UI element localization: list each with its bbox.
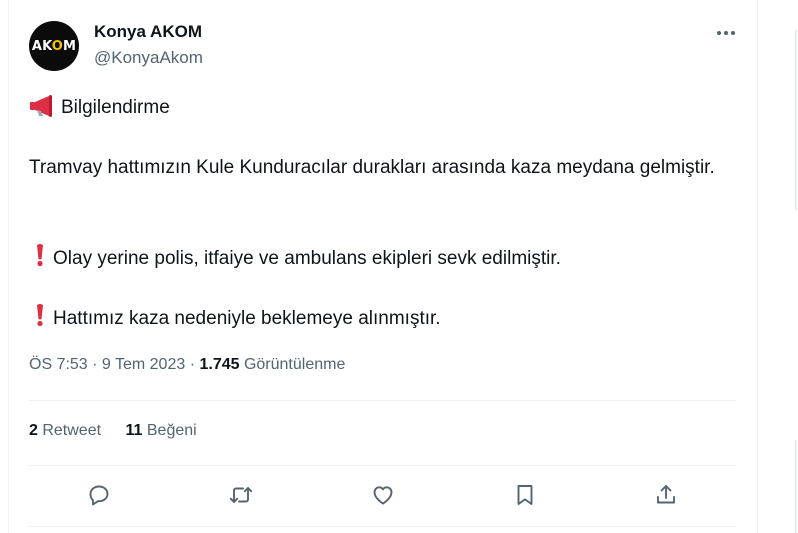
retweet-count: 2 <box>29 422 38 439</box>
tweet-paragraph: Tramvay hattımızın Kule Kunduracılar dur… <box>29 157 715 178</box>
tweet-bullet-1-text: Olay yerine polis, itfaiye ve ambulans e… <box>53 248 561 269</box>
tweet-date[interactable]: 9 Tem 2023 <box>102 356 185 373</box>
heart-icon <box>373 486 393 505</box>
like-button[interactable] <box>368 480 398 510</box>
tweet-bullet-1: Olay yerine polis, itfaiye ve ambulans e… <box>29 243 561 274</box>
retweet-button[interactable] <box>226 480 256 510</box>
divider <box>29 526 736 527</box>
meta-separator: · <box>185 356 200 373</box>
avatar[interactable]: AKOM <box>29 21 79 71</box>
author-display-name[interactable]: Konya AKOM <box>94 22 202 42</box>
reply-button[interactable] <box>84 480 114 510</box>
retweet-icon <box>229 487 253 503</box>
likes-stat[interactable]: 11 Beğeni <box>126 422 197 439</box>
divider <box>29 465 736 466</box>
reply-icon <box>89 485 109 506</box>
like-label: Beğeni <box>142 422 197 439</box>
tweet-meta: ÖS 7:53 · 9 Tem 2023 · 1.745 Görüntülenm… <box>29 356 345 374</box>
exclamation-icon <box>37 244 43 267</box>
tweet-heading-line: Bilgilendirme <box>29 93 170 123</box>
retweets-stat[interactable]: 2 Retweet <box>29 422 101 439</box>
tweet-bullet-2-text: Hattımız kaza nedeniyle beklemeye alınmı… <box>53 308 441 329</box>
author-handle[interactable]: @KonyaAkom <box>94 48 203 68</box>
exclamation-icon <box>37 304 43 327</box>
views-label[interactable]: Görüntülenme <box>240 356 345 373</box>
bookmark-icon <box>517 485 533 505</box>
tweet-heading: Bilgilendirme <box>61 97 170 118</box>
like-count: 11 <box>125 422 143 439</box>
tweet-time[interactable]: ÖS 7:53 <box>29 356 88 373</box>
share-icon <box>657 485 675 504</box>
more-icon <box>717 31 721 35</box>
avatar-logo-text: AKOM <box>31 38 77 54</box>
views-count[interactable]: 1.745 <box>199 356 239 373</box>
divider <box>29 400 736 401</box>
more-options-button[interactable] <box>709 20 743 46</box>
bookmark-button[interactable] <box>510 480 540 510</box>
megaphone-icon <box>30 95 52 117</box>
tweet-stats: 2 Retweet 11 Beğeni <box>29 422 197 440</box>
page-right-border <box>757 0 758 533</box>
share-button[interactable] <box>651 480 681 510</box>
retweet-label: Retweet <box>37 422 102 439</box>
tweet-card: AKOM Konya AKOM @KonyaAkom Bilgilendirme… <box>9 0 757 533</box>
meta-separator: · <box>87 356 102 373</box>
tweet-bullet-2: Hattımız kaza nedeniyle beklemeye alınmı… <box>29 303 441 334</box>
